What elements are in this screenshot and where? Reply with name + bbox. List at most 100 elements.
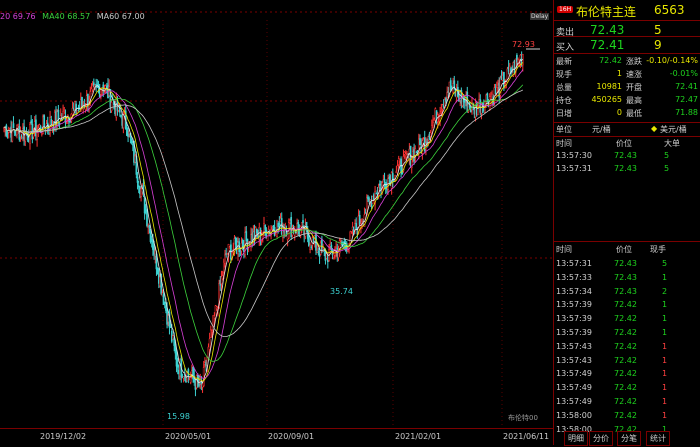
trade-price: 72.42 — [614, 355, 637, 365]
big-trades-header: 时间 价位 大单 — [554, 138, 700, 150]
ma60-label: MA60 67.00 — [96, 12, 145, 21]
market-badge: 16H — [557, 6, 574, 13]
candle-body — [110, 102, 113, 111]
candle-body — [91, 85, 94, 91]
trade-time: 13:57:49 — [556, 369, 592, 379]
x-tick-3: 2020/09/01 — [268, 432, 315, 441]
trade-volume: 1 — [662, 300, 668, 310]
trade-price: 72.42 — [614, 314, 637, 324]
stat-row: 最新 72.42 涨跌 -0.10/-0.14% — [554, 56, 700, 70]
stat-value: 72.42 — [599, 56, 622, 65]
candle-body — [440, 110, 443, 113]
candle-body — [430, 125, 433, 134]
ma40-line — [3, 84, 524, 362]
trade-row[interactable]: 13:57:34 72.43 2 — [554, 287, 700, 301]
unit-value: 元/桶 — [592, 125, 611, 134]
candles — [3, 51, 524, 397]
stat-label: 涨跌 — [626, 57, 642, 66]
trade-volume: 1 — [662, 383, 668, 393]
trade-volume: 1 — [662, 328, 668, 337]
trade-time: 13:57:39 — [556, 328, 592, 337]
stat-value: -0.01% — [669, 69, 698, 78]
stat-label: 最低 — [626, 109, 642, 118]
stat-value: 450265 — [591, 95, 622, 104]
tab-statistics[interactable]: 统计 — [646, 431, 670, 446]
trade-row[interactable]: 13:57:39 72.42 1 — [554, 328, 700, 342]
candle-body — [330, 244, 333, 251]
bid-label: 买入 — [556, 43, 575, 53]
candle-body — [57, 109, 60, 120]
kline-chart[interactable]: 20 69.76 MA40 68.57 MA60 67.00 Delay 72.… — [0, 0, 553, 445]
trade-volume: 5 — [664, 164, 670, 173]
instrument-code: 6563 — [654, 3, 685, 17]
trade-row[interactable]: 13:57:31 72.43 5 — [554, 164, 700, 178]
candle-body — [310, 246, 313, 249]
currency-icon: ◆ — [651, 124, 658, 133]
candle-body — [176, 364, 179, 368]
candle-body — [156, 267, 159, 275]
stat-label: 总量 — [556, 83, 572, 92]
stat-value: 72.41 — [675, 82, 698, 91]
candle-body — [100, 89, 102, 95]
unit-row: 单位 元/桶 ◆ 美元/桶 — [554, 123, 700, 136]
trade-row[interactable]: 13:57:31 72.43 5 — [554, 259, 700, 273]
stat-value: 10981 — [596, 82, 622, 91]
high-price-label: 72.93 — [512, 40, 535, 49]
candle-body — [224, 254, 226, 264]
candle-body — [378, 183, 381, 186]
stat-label: 持仓 — [556, 96, 572, 105]
trade-price: 72.42 — [614, 300, 637, 310]
x-tick-4: 2021/02/01 — [395, 432, 442, 441]
tab-price-distribution[interactable]: 分价 — [589, 431, 613, 446]
trade-row[interactable]: 13:57:33 72.43 1 — [554, 273, 700, 287]
trade-time: 13:57:34 — [556, 286, 592, 296]
trade-row[interactable]: 13:57:49 72.42 1 — [554, 397, 700, 411]
ma10-line — [3, 62, 524, 382]
trade-row[interactable]: 13:57:30 72.43 5 — [554, 151, 700, 165]
trade-price: 72.42 — [614, 410, 637, 420]
delay-badge: Delay — [530, 13, 550, 20]
ma-lines — [3, 58, 524, 384]
trade-volume: 1 — [662, 341, 668, 351]
candle-body — [208, 338, 211, 350]
ask-qty: 5 — [654, 23, 662, 37]
trades-time-header: 时间 — [556, 245, 572, 254]
tab-detail[interactable]: 明细 — [564, 431, 588, 446]
tab-tick-by-tick[interactable]: 分笔 — [617, 431, 641, 446]
trade-price: 72.42 — [614, 369, 637, 379]
candle-body — [221, 275, 224, 280]
candle-body — [71, 107, 74, 115]
stat-value: -0.10/-0.14% — [646, 56, 698, 65]
stat-row: 现手 1 速涨 -0.01% — [554, 69, 700, 83]
stat-label: 速涨 — [626, 70, 642, 79]
trade-price: 72.43 — [614, 164, 637, 173]
trade-row[interactable]: 13:57:39 72.42 1 — [554, 314, 700, 328]
candle-body — [297, 222, 300, 229]
candle-body — [58, 122, 61, 125]
candle-body — [419, 138, 421, 146]
trade-row[interactable]: 13:57:39 72.42 1 — [554, 300, 700, 314]
low-price-label: 15.98 — [167, 412, 190, 421]
trade-price: 72.42 — [614, 397, 637, 406]
trade-row[interactable]: 13:57:43 72.42 1 — [554, 356, 700, 370]
candle-body — [76, 110, 79, 114]
trade-row[interactable]: 13:57:43 72.42 1 — [554, 342, 700, 356]
trade-time: 13:57:43 — [556, 355, 592, 365]
instrument-header: 16H 布伦特主连 6563 — [554, 3, 700, 19]
trade-volume: 1 — [662, 355, 668, 365]
trade-time: 13:57:39 — [556, 300, 592, 310]
trade-time: 13:57:49 — [556, 397, 592, 406]
trades-header: 时间 价位 现手 — [554, 244, 700, 256]
trade-row[interactable]: 13:57:49 72.42 1 — [554, 383, 700, 397]
x-tick-2: 2020/05/01 — [165, 432, 212, 441]
kline-chart-svg[interactable] — [0, 0, 553, 445]
trade-row[interactable]: 13:57:49 72.42 1 — [554, 369, 700, 383]
candle-body — [278, 223, 281, 226]
x-tick-1: 2019/12/02 — [40, 432, 87, 441]
trade-row[interactable]: 13:58:00 72.42 1 — [554, 411, 700, 425]
trade-time: 13:57:39 — [556, 314, 592, 324]
candle-body — [12, 123, 15, 129]
trade-price: 72.42 — [614, 383, 637, 393]
bid-qty: 9 — [654, 38, 662, 52]
stat-row: 持仓 450265 最高 72.47 — [554, 95, 700, 109]
